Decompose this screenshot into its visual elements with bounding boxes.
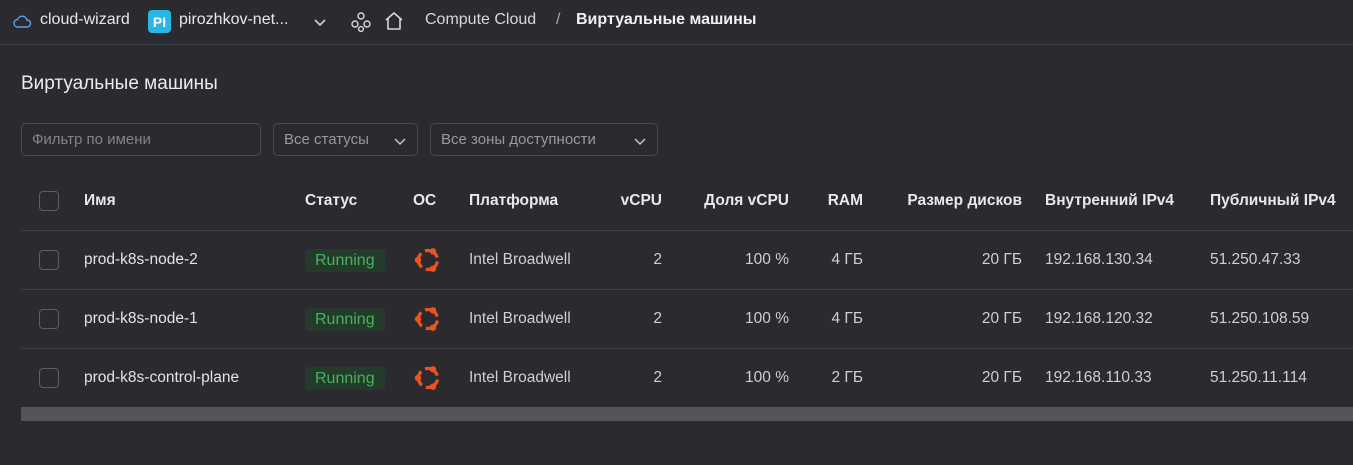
status-badge: Running xyxy=(305,366,385,390)
table-row[interactable]: prod-k8s-control-plane Running Intel Bro… xyxy=(21,349,1353,408)
breadcrumb-service[interactable]: Compute Cloud xyxy=(425,11,536,29)
vm-ram: 2 ГБ xyxy=(831,369,864,386)
vm-vcpu: 2 xyxy=(653,251,662,268)
vm-ram: 4 ГБ xyxy=(831,251,864,268)
column-header-ram[interactable]: RAM xyxy=(811,172,863,230)
name-filter-input[interactable] xyxy=(21,123,261,156)
column-header-status[interactable]: Статус xyxy=(305,172,357,230)
vm-public-ip: 51.250.108.59 xyxy=(1210,310,1310,327)
row-checkbox[interactable] xyxy=(39,309,59,329)
vm-internal-ip: 192.168.110.33 xyxy=(1045,369,1152,386)
cloud-name[interactable]: cloud-wizard xyxy=(40,11,130,29)
vm-vcpu-share: 100 % xyxy=(745,251,789,268)
vm-public-ip: 51.250.47.33 xyxy=(1210,251,1301,268)
page-title: Виртуальные машины xyxy=(21,73,218,94)
horizontal-scrollbar[interactable] xyxy=(21,407,1353,421)
vm-vcpu: 2 xyxy=(653,369,662,386)
ubuntu-icon xyxy=(414,248,440,272)
vm-platform: Intel Broadwell xyxy=(469,251,571,268)
vm-vcpu-share: 100 % xyxy=(745,310,789,327)
column-header-platform[interactable]: Платформа xyxy=(469,172,558,230)
chevron-down-icon xyxy=(394,138,406,146)
vm-internal-ip: 192.168.130.34 xyxy=(1045,251,1153,268)
table-row[interactable]: prod-k8s-node-1 Running Intel Broadwell … xyxy=(21,290,1353,349)
breadcrumb-current: Виртуальные машины xyxy=(576,11,757,28)
chevron-down-icon xyxy=(634,138,646,146)
table-row[interactable]: prod-k8s-node-2 Running Intel Broadwell … xyxy=(21,231,1353,290)
vm-disk-size: 20 ГБ xyxy=(981,310,1022,327)
top-navigation-bar: cloud-wizard PI pirozhkov-net... Compute… xyxy=(0,0,1353,45)
vm-name[interactable]: prod-k8s-node-2 xyxy=(84,231,198,289)
home-icon[interactable] xyxy=(383,10,405,32)
ubuntu-icon xyxy=(414,366,440,390)
services-icon[interactable] xyxy=(350,11,372,33)
vm-platform: Intel Broadwell xyxy=(469,310,571,327)
column-header-os[interactable]: ОС xyxy=(413,172,436,230)
vm-public-ip: 51.250.11.114 xyxy=(1210,369,1307,386)
column-header-public-ip[interactable]: Публичный IPv4 xyxy=(1210,172,1336,230)
column-header-internal-ip[interactable]: Внутренний IPv4 xyxy=(1045,172,1174,230)
vm-name[interactable]: prod-k8s-control-plane xyxy=(84,349,239,407)
row-checkbox[interactable] xyxy=(39,250,59,270)
select-all-checkbox[interactable] xyxy=(39,191,59,211)
column-header-vcpu-share[interactable]: Доля vCPU xyxy=(681,172,789,230)
vm-ram: 4 ГБ xyxy=(831,310,864,327)
breadcrumb-separator: / xyxy=(556,11,561,28)
folder-name[interactable]: pirozhkov-net... xyxy=(179,11,288,29)
vm-vcpu-share: 100 % xyxy=(745,369,789,386)
cloud-icon[interactable] xyxy=(12,13,32,31)
vm-table: Имя Статус ОС Платформа vCPU Доля vCPU R… xyxy=(21,172,1353,408)
ubuntu-icon xyxy=(414,307,440,331)
vm-name[interactable]: prod-k8s-node-1 xyxy=(84,290,198,348)
zone-filter-label: Все зоны доступности xyxy=(441,131,596,148)
vm-vcpu: 2 xyxy=(653,310,662,327)
status-badge: Running xyxy=(305,307,385,331)
column-header-name[interactable]: Имя xyxy=(84,172,116,230)
vm-disk-size: 20 ГБ xyxy=(981,369,1022,386)
chevron-down-icon[interactable] xyxy=(312,14,328,30)
folder-avatar[interactable]: PI xyxy=(148,10,171,33)
zone-filter-select[interactable]: Все зоны доступности xyxy=(430,123,658,156)
vm-internal-ip: 192.168.120.32 xyxy=(1045,310,1153,327)
table-header-row: Имя Статус ОС Платформа vCPU Доля vCPU R… xyxy=(21,172,1353,231)
column-header-vcpu[interactable]: vCPU xyxy=(611,172,662,230)
vm-platform: Intel Broadwell xyxy=(469,369,571,386)
status-badge: Running xyxy=(305,248,385,272)
status-filter-select[interactable]: Все статусы xyxy=(273,123,418,156)
vm-disk-size: 20 ГБ xyxy=(981,251,1022,268)
status-filter-label: Все статусы xyxy=(284,131,369,148)
row-checkbox[interactable] xyxy=(39,368,59,388)
column-header-disk-size[interactable]: Размер дисков xyxy=(891,172,1022,230)
